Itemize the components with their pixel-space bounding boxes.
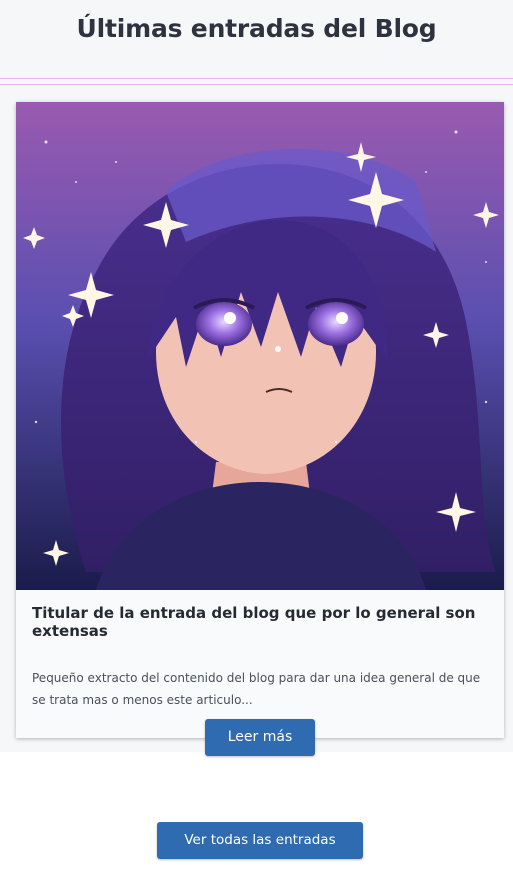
blog-post-excerpt: Pequeño extracto del contenido del blog … [32,671,481,707]
divider [0,84,513,85]
read-more-button[interactable]: Leer más [205,719,315,756]
view-all-posts-button[interactable]: Ver todas las entradas [157,822,363,859]
blog-post-card: Titular de la entrada del blog que por l… [16,102,504,738]
blog-section: Últimas entradas del Blog Titular de la … [0,0,513,752]
divider [0,78,513,79]
section-title: Últimas entradas del Blog [76,14,437,43]
blog-post-image[interactable] [16,102,504,590]
blog-post-title[interactable]: Titular de la entrada del blog que por l… [32,604,492,640]
